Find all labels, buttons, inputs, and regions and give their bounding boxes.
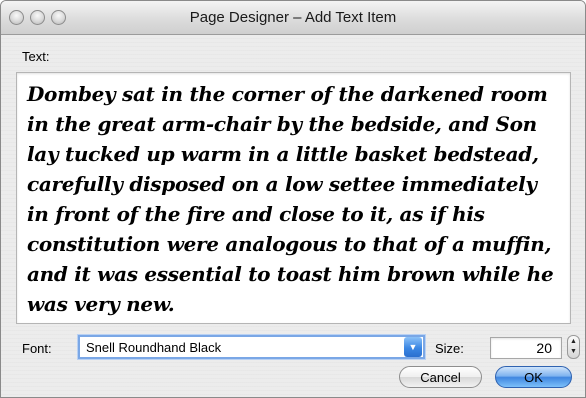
font-input[interactable] <box>80 337 404 357</box>
text-label: Text: <box>22 49 50 64</box>
dialog-content: Text: Dombey sat in the corner of the da… <box>1 35 585 397</box>
size-field[interactable] <box>490 337 562 359</box>
window-title: Page Designer – Add Text Item <box>189 9 397 26</box>
font-dropdown-button[interactable]: ▼ <box>404 337 422 357</box>
cancel-button[interactable]: Cancel <box>399 366 482 388</box>
ok-button[interactable]: OK <box>495 366 572 388</box>
title-bar[interactable]: Page Designer – Add Text Item <box>1 1 585 35</box>
size-input[interactable] <box>491 338 561 358</box>
size-label: Size: <box>435 341 464 356</box>
dialog-window: Page Designer – Add Text Item Text: Domb… <box>0 0 586 398</box>
triangle-up-icon[interactable]: ▲ <box>570 338 577 346</box>
chevron-down-icon: ▼ <box>408 341 418 352</box>
triangle-down-icon[interactable]: ▼ <box>570 348 577 356</box>
text-area[interactable]: Dombey sat in the corner of the darkened… <box>16 72 571 324</box>
size-stepper[interactable]: ▲ ▼ <box>567 335 580 359</box>
font-combo-box[interactable]: ▼ <box>78 335 425 359</box>
text-area-content: Dombey sat in the corner of the darkened… <box>27 82 554 316</box>
font-label: Font: <box>22 341 52 356</box>
